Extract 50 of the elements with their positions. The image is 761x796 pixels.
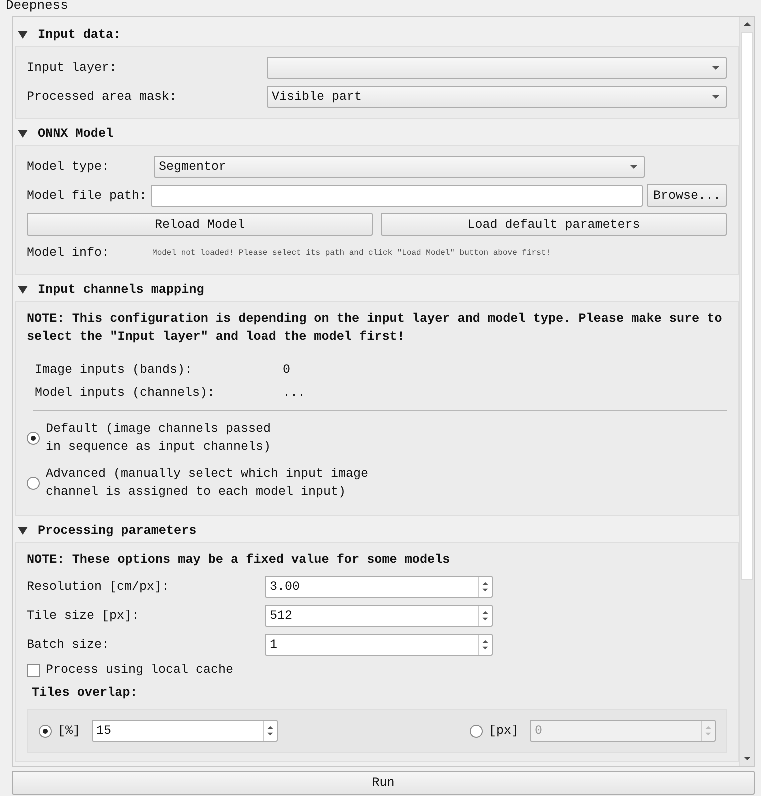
stat-value: ... bbox=[283, 386, 306, 400]
field-label: Model type: bbox=[27, 160, 111, 174]
number-field[interactable]: 15 bbox=[92, 720, 278, 742]
field-label: Input layer: bbox=[27, 61, 118, 75]
caret-icon bbox=[712, 66, 720, 70]
radio-button[interactable] bbox=[27, 432, 40, 444]
section-header[interactable]: ONNX Model bbox=[13, 123, 739, 145]
action-button[interactable]: Reload Model bbox=[27, 213, 373, 236]
number-field[interactable]: 3.00 bbox=[265, 576, 493, 598]
group-title: Tiles overlap: bbox=[31, 685, 139, 702]
scrollbar[interactable] bbox=[739, 17, 754, 766]
number-field[interactable]: 1 bbox=[265, 634, 493, 656]
radio-button[interactable] bbox=[470, 724, 483, 738]
unit-label[interactable]: [%] bbox=[58, 724, 81, 738]
section-header[interactable]: Processing parameters bbox=[13, 520, 739, 542]
note-text: NOTE: These options may be a fixed value for some models bbox=[27, 552, 452, 569]
dropdown[interactable]: Visible part bbox=[267, 86, 727, 108]
model-info-text: Model not loaded! Please select its path and click "Load Model" button above first! bbox=[152, 248, 551, 258]
section-header[interactable]: Input data: bbox=[13, 24, 739, 46]
note-text: NOTE: This configuration is depending on the input layer and model type. Please make sure to select the "Input layer" and load the model first! bbox=[27, 311, 724, 346]
checkbox[interactable] bbox=[27, 664, 40, 676]
stat-label: Model inputs (channels): bbox=[35, 386, 216, 400]
window-title: Deepness bbox=[5, 0, 70, 15]
radio-button[interactable] bbox=[39, 724, 52, 738]
dropdown[interactable]: Segmentor bbox=[154, 156, 645, 178]
file-path-field[interactable] bbox=[151, 184, 644, 206]
browse-button[interactable]: Browse... bbox=[647, 184, 727, 207]
stat-value: 0 bbox=[283, 363, 291, 377]
collapse-arrow-icon bbox=[18, 31, 28, 39]
field-label: Resolution [cm/px]: bbox=[27, 580, 171, 594]
run-button[interactable]: Run bbox=[12, 771, 755, 795]
radio-label[interactable]: Default (image channels passed in sequence as input channels) bbox=[46, 420, 272, 456]
unit-label[interactable]: [px] bbox=[488, 724, 519, 738]
section-header[interactable]: Input channels mapping bbox=[13, 279, 739, 301]
field-label: Tile size [px]: bbox=[27, 609, 141, 623]
field-label: Model file path: bbox=[27, 188, 148, 202]
collapse-arrow-icon bbox=[18, 527, 28, 535]
collapse-arrow-icon bbox=[18, 130, 28, 138]
number-field[interactable]: 512 bbox=[265, 605, 493, 627]
radio-label[interactable]: Advanced (manually select which input image channel is assigned to each model input) bbox=[46, 465, 369, 501]
caret-icon bbox=[630, 165, 638, 169]
radio-button[interactable] bbox=[27, 476, 40, 490]
field-label: Model info: bbox=[27, 246, 110, 260]
field-label: Batch size: bbox=[27, 638, 111, 652]
field-label: Processed area mask: bbox=[27, 90, 178, 104]
collapse-arrow-icon bbox=[18, 286, 28, 294]
action-button[interactable]: Load default parameters bbox=[381, 213, 727, 236]
stat-label: Image inputs (bands): bbox=[35, 363, 194, 377]
checkbox-label[interactable]: Process using local cache bbox=[46, 663, 234, 677]
caret-icon bbox=[712, 95, 720, 99]
